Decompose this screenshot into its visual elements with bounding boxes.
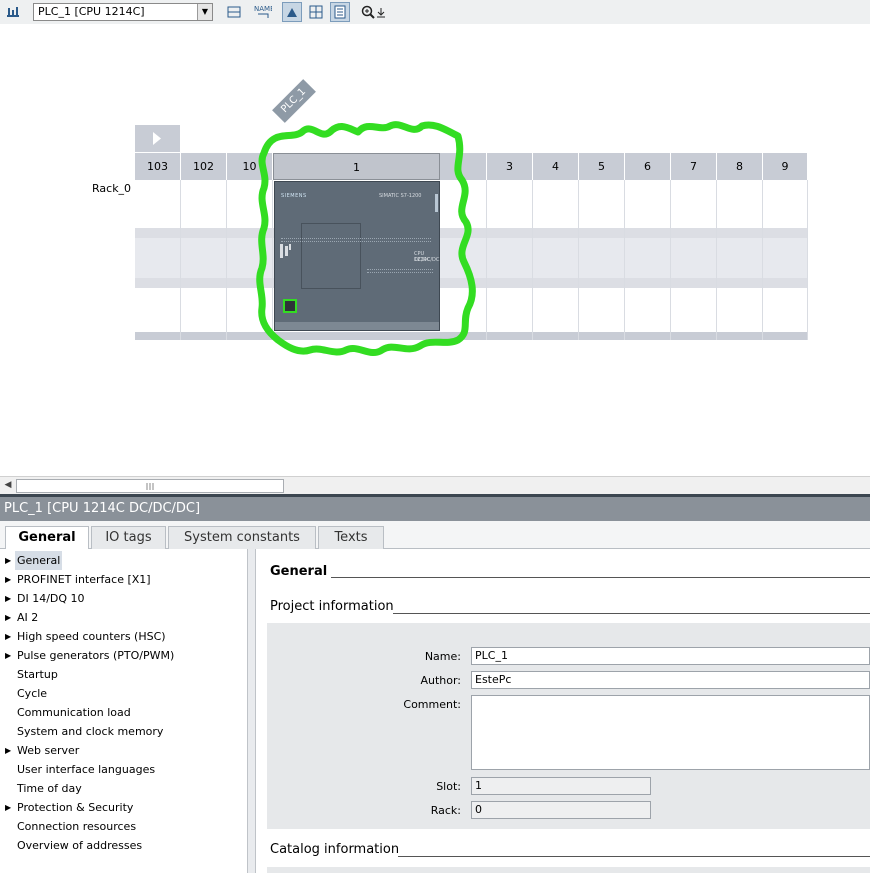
nav-item-connection-resources[interactable]: Connection resources xyxy=(0,817,246,836)
slot-cell-5[interactable] xyxy=(579,180,625,340)
slot-cell-102[interactable] xyxy=(181,180,227,340)
nav-item-ui-languages[interactable]: User interface languages xyxy=(0,760,246,779)
slot-header-4[interactable]: 4 xyxy=(533,153,579,180)
slot-header-3[interactable]: 3 xyxy=(487,153,533,180)
nav-item-time-of-day[interactable]: Time of day xyxy=(0,779,246,798)
expand-arrow-icon[interactable]: ▶ xyxy=(5,798,11,817)
slot-header-7[interactable]: 7 xyxy=(671,153,717,180)
name-label: Name: xyxy=(424,650,461,663)
nav-item-protection-security[interactable]: ▶ Protection & Security xyxy=(0,798,246,817)
tab-system-constants[interactable]: System constants xyxy=(168,526,316,549)
name-field[interactable]: PLC_1 xyxy=(471,647,870,665)
nav-item-hsc[interactable]: ▶ High speed counters (HSC) xyxy=(0,627,246,646)
slot-cell-8[interactable] xyxy=(717,180,763,340)
slot-cell-7[interactable] xyxy=(671,180,717,340)
properties-nav-tree: ▶ General ▶ PROFINET interface [X1] ▶ DI 14… xyxy=(0,549,248,873)
chevron-right-icon xyxy=(153,132,161,145)
rack-field: 0 xyxy=(471,801,651,819)
tab-general[interactable]: General xyxy=(5,526,89,550)
slot-cell-9[interactable] xyxy=(763,180,808,340)
nav-item-pulse-generators[interactable]: ▶ Pulse generators (PTO/PWM) xyxy=(0,646,246,665)
catalog-info-rule xyxy=(398,856,870,857)
nav-item-overview-addresses[interactable]: Overview of addresses xyxy=(0,836,246,855)
nav-item-system-clock-memory[interactable]: System and clock memory xyxy=(0,722,246,741)
properties-content: General Project information Name: PLC_1 … xyxy=(257,549,870,873)
scroll-left-icon[interactable]: ◀ xyxy=(1,478,15,493)
project-info-panel: Name: PLC_1 Author: EstePc Comment: Slot… xyxy=(267,623,870,829)
properties-tabs: General IO tags System constants Texts xyxy=(0,521,870,550)
slot-header-6[interactable]: 6 xyxy=(625,153,671,180)
slot-cell-3[interactable] xyxy=(487,180,533,340)
tab-io-tags[interactable]: IO tags xyxy=(91,526,166,549)
slot-header-9[interactable]: 9 xyxy=(763,153,808,180)
comment-field[interactable] xyxy=(471,695,870,770)
comment-label: Comment: xyxy=(403,698,461,711)
nav-item-startup[interactable]: Startup xyxy=(0,665,246,684)
author-field[interactable]: EstePc xyxy=(471,671,870,689)
expand-arrow-icon[interactable]: ▶ xyxy=(5,646,11,665)
slot-cell-103[interactable] xyxy=(135,180,181,340)
nav-item-profinet-interface[interactable]: ▶ PROFINET interface [X1] xyxy=(0,570,246,589)
nav-item-general[interactable]: ▶ General xyxy=(0,551,246,570)
expand-arrow-icon[interactable]: ▶ xyxy=(5,627,11,646)
highlight-outline xyxy=(256,121,476,357)
nav-item-cycle[interactable]: Cycle xyxy=(0,684,246,703)
slot-label: Slot: xyxy=(436,780,461,793)
general-heading-rule xyxy=(331,577,870,578)
canvas-horizontal-scrollbar[interactable]: ◀ xyxy=(0,476,870,494)
properties-title: PLC_1 [CPU 1214C DC/DC/DC] xyxy=(0,497,870,521)
catalog-info-panel xyxy=(267,867,870,873)
expand-arrow-icon[interactable]: ▶ xyxy=(5,608,11,627)
nav-item-di-dq[interactable]: ▶ DI 14/DQ 10 xyxy=(0,589,246,608)
scrollbar-thumb[interactable] xyxy=(16,479,284,493)
expand-arrow-icon[interactable]: ▶ xyxy=(5,551,11,570)
rack-label-field: Rack: xyxy=(430,804,461,817)
slot-header-102[interactable]: 102 xyxy=(181,153,227,180)
plc-name-tag[interactable]: PLC_1 xyxy=(272,79,316,123)
rack-label: Rack_0 xyxy=(92,182,132,195)
expand-arrow-icon[interactable]: ▶ xyxy=(5,741,11,760)
nav-item-ai[interactable]: ▶ AI 2 xyxy=(0,608,246,627)
expand-arrow-icon[interactable]: ▶ xyxy=(5,570,11,589)
slot-field: 1 xyxy=(471,777,651,795)
nav-splitter[interactable] xyxy=(248,549,256,873)
slot-header-103[interactable]: 103 xyxy=(135,153,181,180)
slot-cell-6[interactable] xyxy=(625,180,671,340)
nav-item-communication-load[interactable]: Communication load xyxy=(0,703,246,722)
rack-expand-button[interactable] xyxy=(135,125,180,152)
author-label: Author: xyxy=(420,674,461,687)
project-info-rule xyxy=(393,613,870,614)
slot-cell-4[interactable] xyxy=(533,180,579,340)
slot-header-5[interactable]: 5 xyxy=(579,153,625,180)
expand-arrow-icon[interactable]: ▶ xyxy=(5,589,11,608)
nav-item-web-server[interactable]: ▶ Web server xyxy=(0,741,246,760)
slot-header-8[interactable]: 8 xyxy=(717,153,763,180)
project-info-heading: Project information xyxy=(270,599,394,614)
catalog-info-heading: Catalog information xyxy=(270,842,400,857)
tab-texts[interactable]: Texts xyxy=(318,526,384,549)
general-heading: General xyxy=(270,564,328,579)
rack-area: PLC_1 Rack_0 103 102 10 1 3 4 5 6 7 8 9 … xyxy=(0,0,870,476)
